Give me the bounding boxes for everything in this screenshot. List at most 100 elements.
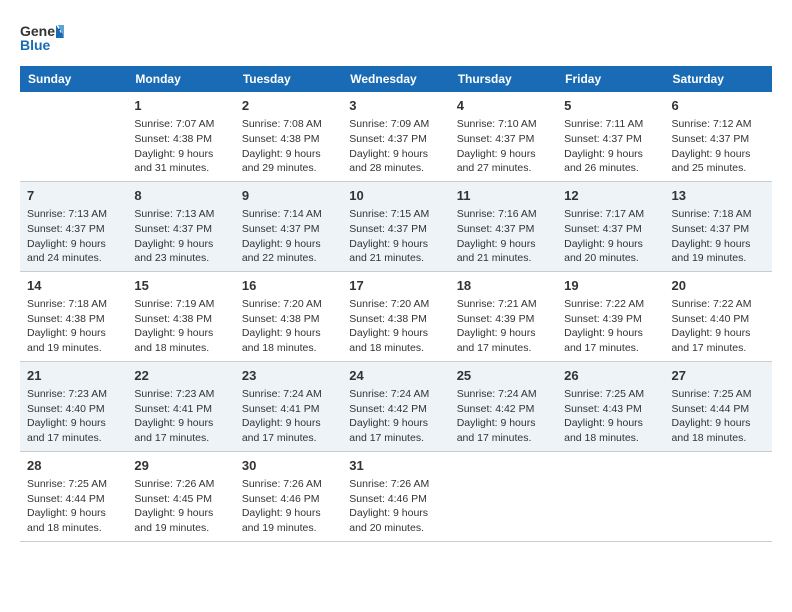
day-number: 19: [564, 277, 657, 295]
calendar-cell: 10 Sunrise: 7:15 AM Sunset: 4:37 PM Dayli…: [342, 181, 449, 271]
day-number: 29: [134, 457, 227, 475]
svg-text:Blue: Blue: [20, 37, 51, 53]
day-info: Sunrise: 7:08 AM Sunset: 4:38 PM Dayligh…: [242, 117, 335, 176]
calendar-cell: 4 Sunrise: 7:10 AM Sunset: 4:37 PM Daylig…: [450, 92, 557, 181]
day-info: Sunrise: 7:21 AM Sunset: 4:39 PM Dayligh…: [457, 297, 550, 356]
day-number: 17: [349, 277, 442, 295]
day-number: 15: [134, 277, 227, 295]
day-info: Sunrise: 7:14 AM Sunset: 4:37 PM Dayligh…: [242, 207, 335, 266]
calendar-cell: [557, 451, 664, 541]
day-number: 5: [564, 97, 657, 115]
day-info: Sunrise: 7:09 AM Sunset: 4:37 PM Dayligh…: [349, 117, 442, 176]
day-info: Sunrise: 7:11 AM Sunset: 4:37 PM Dayligh…: [564, 117, 657, 176]
calendar-cell: 2 Sunrise: 7:08 AM Sunset: 4:38 PM Daylig…: [235, 92, 342, 181]
calendar-cell: 26 Sunrise: 7:25 AM Sunset: 4:43 PM Dayli…: [557, 361, 664, 451]
day-info: Sunrise: 7:24 AM Sunset: 4:42 PM Dayligh…: [349, 387, 442, 446]
calendar-cell: 30 Sunrise: 7:26 AM Sunset: 4:46 PM Dayli…: [235, 451, 342, 541]
day-info: Sunrise: 7:13 AM Sunset: 4:37 PM Dayligh…: [134, 207, 227, 266]
day-info: Sunrise: 7:20 AM Sunset: 4:38 PM Dayligh…: [242, 297, 335, 356]
calendar-cell: 29 Sunrise: 7:26 AM Sunset: 4:45 PM Dayli…: [127, 451, 234, 541]
day-header-sunday: Sunday: [20, 66, 127, 92]
calendar-header: SundayMondayTuesdayWednesdayThursdayFrid…: [20, 66, 772, 92]
day-info: Sunrise: 7:26 AM Sunset: 4:46 PM Dayligh…: [242, 477, 335, 536]
day-info: Sunrise: 7:12 AM Sunset: 4:37 PM Dayligh…: [672, 117, 765, 176]
calendar-cell: 5 Sunrise: 7:11 AM Sunset: 4:37 PM Daylig…: [557, 92, 664, 181]
calendar-cell: 25 Sunrise: 7:24 AM Sunset: 4:42 PM Dayli…: [450, 361, 557, 451]
day-number: 23: [242, 367, 335, 385]
day-info: Sunrise: 7:23 AM Sunset: 4:41 PM Dayligh…: [134, 387, 227, 446]
day-info: Sunrise: 7:26 AM Sunset: 4:45 PM Dayligh…: [134, 477, 227, 536]
calendar-cell: 22Sunrise: 7:23 AM Sunset: 4:41 PM Dayli…: [127, 361, 234, 451]
day-info: Sunrise: 7:26 AM Sunset: 4:46 PM Dayligh…: [349, 477, 442, 536]
day-number: 20: [672, 277, 765, 295]
day-info: Sunrise: 7:23 AM Sunset: 4:40 PM Dayligh…: [27, 387, 120, 446]
calendar-cell: 16Sunrise: 7:20 AM Sunset: 4:38 PM Dayli…: [235, 271, 342, 361]
calendar-cell: [20, 92, 127, 181]
page-header: General Blue: [20, 20, 772, 56]
day-number: 9: [242, 187, 335, 205]
day-number: 21: [27, 367, 120, 385]
day-number: 11: [457, 187, 550, 205]
calendar-cell: 20 Sunrise: 7:22 AM Sunset: 4:40 PM Dayli…: [665, 271, 772, 361]
calendar-cell: [450, 451, 557, 541]
logo: General Blue: [20, 20, 64, 56]
day-header-saturday: Saturday: [665, 66, 772, 92]
day-info: Sunrise: 7:18 AM Sunset: 4:38 PM Dayligh…: [27, 297, 120, 356]
day-number: 18: [457, 277, 550, 295]
day-number: 24: [349, 367, 442, 385]
calendar-cell: 31 Sunrise: 7:26 AM Sunset: 4:46 PM Dayli…: [342, 451, 449, 541]
calendar-cell: 7Sunrise: 7:13 AM Sunset: 4:37 PM Daylig…: [20, 181, 127, 271]
day-info: Sunrise: 7:22 AM Sunset: 4:39 PM Dayligh…: [564, 297, 657, 356]
calendar-cell: 19 Sunrise: 7:22 AM Sunset: 4:39 PM Dayli…: [557, 271, 664, 361]
day-number: 30: [242, 457, 335, 475]
day-header-tuesday: Tuesday: [235, 66, 342, 92]
day-number: 2: [242, 97, 335, 115]
day-info: Sunrise: 7:18 AM Sunset: 4:37 PM Dayligh…: [672, 207, 765, 266]
day-info: Sunrise: 7:25 AM Sunset: 4:44 PM Dayligh…: [27, 477, 120, 536]
day-info: Sunrise: 7:20 AM Sunset: 4:38 PM Dayligh…: [349, 297, 442, 356]
calendar-cell: 21 Sunrise: 7:23 AM Sunset: 4:40 PM Dayli…: [20, 361, 127, 451]
calendar-cell: 11 Sunrise: 7:16 AM Sunset: 4:37 PM Dayli…: [450, 181, 557, 271]
day-info: Sunrise: 7:15 AM Sunset: 4:37 PM Dayligh…: [349, 207, 442, 266]
day-info: Sunrise: 7:24 AM Sunset: 4:41 PM Dayligh…: [242, 387, 335, 446]
calendar-cell: 23 Sunrise: 7:24 AM Sunset: 4:41 PM Dayli…: [235, 361, 342, 451]
calendar-table: SundayMondayTuesdayWednesdayThursdayFrid…: [20, 66, 772, 542]
day-number: 31: [349, 457, 442, 475]
day-number: 25: [457, 367, 550, 385]
calendar-cell: 17 Sunrise: 7:20 AM Sunset: 4:38 PM Dayli…: [342, 271, 449, 361]
day-header-wednesday: Wednesday: [342, 66, 449, 92]
logo-icon: General Blue: [20, 20, 64, 56]
day-number: 4: [457, 97, 550, 115]
calendar-cell: [665, 451, 772, 541]
calendar-cell: 18 Sunrise: 7:21 AM Sunset: 4:39 PM Dayli…: [450, 271, 557, 361]
day-number: 14: [27, 277, 120, 295]
day-number: 8: [134, 187, 227, 205]
calendar-cell: 13 Sunrise: 7:18 AM Sunset: 4:37 PM Dayli…: [665, 181, 772, 271]
day-number: 13: [672, 187, 765, 205]
day-header-monday: Monday: [127, 66, 234, 92]
day-number: 6: [672, 97, 765, 115]
day-number: 10: [349, 187, 442, 205]
day-header-thursday: Thursday: [450, 66, 557, 92]
calendar-cell: 9 Sunrise: 7:14 AM Sunset: 4:37 PM Daylig…: [235, 181, 342, 271]
calendar-cell: 28 Sunrise: 7:25 AM Sunset: 4:44 PM Dayli…: [20, 451, 127, 541]
day-number: 28: [27, 457, 120, 475]
calendar-cell: 14 Sunrise: 7:18 AM Sunset: 4:38 PM Dayli…: [20, 271, 127, 361]
day-number: 12: [564, 187, 657, 205]
calendar-cell: 27Sunrise: 7:25 AM Sunset: 4:44 PM Dayli…: [665, 361, 772, 451]
day-number: 1: [134, 97, 227, 115]
calendar-cell: 8 Sunrise: 7:13 AM Sunset: 4:37 PM Daylig…: [127, 181, 234, 271]
day-info: Sunrise: 7:24 AM Sunset: 4:42 PM Dayligh…: [457, 387, 550, 446]
day-number: 26: [564, 367, 657, 385]
day-number: 27: [672, 367, 765, 385]
day-info: Sunrise: 7:10 AM Sunset: 4:37 PM Dayligh…: [457, 117, 550, 176]
day-info: Sunrise: 7:22 AM Sunset: 4:40 PM Dayligh…: [672, 297, 765, 356]
day-info: Sunrise: 7:25 AM Sunset: 4:43 PM Dayligh…: [564, 387, 657, 446]
day-number: 3: [349, 97, 442, 115]
calendar-cell: 3 Sunrise: 7:09 AM Sunset: 4:37 PM Daylig…: [342, 92, 449, 181]
calendar-cell: 6 Sunrise: 7:12 AM Sunset: 4:37 PM Daylig…: [665, 92, 772, 181]
day-number: 7: [27, 187, 120, 205]
calendar-cell: 24 Sunrise: 7:24 AM Sunset: 4:42 PM Dayli…: [342, 361, 449, 451]
calendar-cell: 1Sunrise: 7:07 AM Sunset: 4:38 PM Daylig…: [127, 92, 234, 181]
day-info: Sunrise: 7:16 AM Sunset: 4:37 PM Dayligh…: [457, 207, 550, 266]
